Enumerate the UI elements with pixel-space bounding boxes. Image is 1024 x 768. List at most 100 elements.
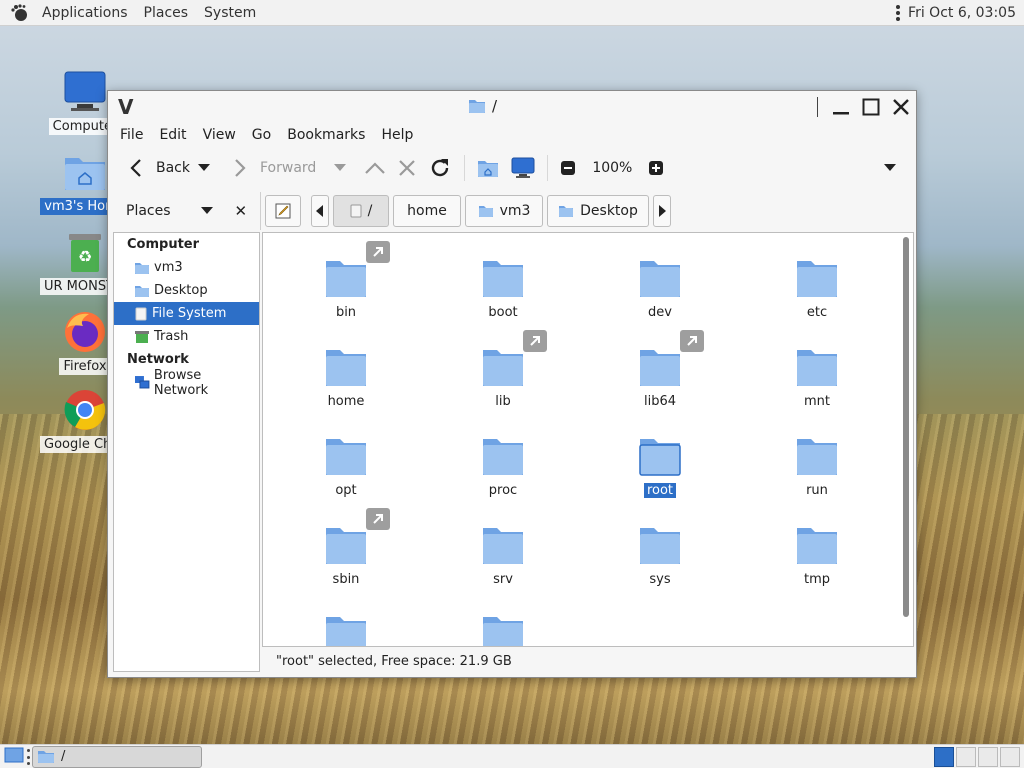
sidebar-header: Places ✕ xyxy=(108,202,258,220)
clock[interactable]: Fri Oct 6, 03:05 xyxy=(908,5,1016,21)
folder-item[interactable]: lib64 xyxy=(605,330,715,409)
toggle-location-entry-button[interactable] xyxy=(265,195,301,227)
up-arrow-icon xyxy=(365,162,386,174)
path-scroll-left-button[interactable] xyxy=(311,195,329,227)
forward-history-dropdown[interactable] xyxy=(332,151,348,185)
panel-handle-icon[interactable] xyxy=(27,749,31,765)
folder-item[interactable]: dev xyxy=(605,257,715,320)
titlebar-separator xyxy=(817,97,818,117)
sidebar-item-desktop[interactable]: Desktop xyxy=(114,279,259,302)
back-button[interactable]: Back xyxy=(122,151,196,185)
forward-button[interactable]: Forward xyxy=(226,151,322,185)
chevron-down-icon[interactable] xyxy=(200,207,213,215)
workspace-switcher xyxy=(934,746,1024,767)
maximize-button[interactable] xyxy=(856,92,886,122)
folder-name: etc xyxy=(806,305,828,320)
folder-item[interactable] xyxy=(291,613,401,646)
folder-item[interactable]: mnt xyxy=(762,346,872,409)
stop-button[interactable] xyxy=(392,151,422,185)
up-button[interactable] xyxy=(358,151,392,185)
breadcrumb-desktop[interactable]: Desktop xyxy=(547,195,649,227)
applications-menu[interactable]: Applications xyxy=(34,5,136,21)
window-title-text: / xyxy=(492,97,498,115)
back-history-dropdown[interactable] xyxy=(196,151,212,185)
folder-icon xyxy=(481,435,525,477)
menu-edit[interactable]: Edit xyxy=(151,127,194,143)
panel-menu-icon[interactable] xyxy=(896,4,901,21)
home-button[interactable] xyxy=(471,151,505,185)
drive-icon xyxy=(135,307,147,320)
menu-help[interactable]: Help xyxy=(373,127,421,143)
folder-item[interactable]: proc xyxy=(448,435,558,498)
show-desktop-icon[interactable] xyxy=(4,747,24,768)
breadcrumb-vm3[interactable]: vm3 xyxy=(465,195,543,227)
folder-name: bin xyxy=(335,305,357,320)
sidebar-splitter[interactable] xyxy=(260,192,261,230)
path-scroll-right-button[interactable] xyxy=(653,195,671,227)
home-folder-icon xyxy=(135,262,149,274)
workspace-3[interactable] xyxy=(978,746,998,767)
folder-item[interactable]: srv xyxy=(448,524,558,587)
close-sidebar-icon[interactable]: ✕ xyxy=(235,202,248,220)
reload-button[interactable] xyxy=(422,151,458,185)
sidebar-item-file-system[interactable]: File System xyxy=(114,302,259,325)
scrollbar-thumb[interactable] xyxy=(903,237,909,617)
folder-item[interactable]: lib xyxy=(448,330,558,409)
minimize-button[interactable] xyxy=(826,92,856,122)
menu-view[interactable]: View xyxy=(195,127,244,143)
sidebar-item-browse-network[interactable]: Browse Network xyxy=(114,368,259,398)
sidebar-item-vm3[interactable]: vm3 xyxy=(114,256,259,279)
folder-item[interactable]: root xyxy=(605,435,715,498)
breadcrumb-home[interactable]: home xyxy=(393,195,461,227)
workspace-2[interactable] xyxy=(956,746,976,767)
breadcrumb-root[interactable]: / xyxy=(333,195,389,227)
zoom-out-icon xyxy=(561,161,576,175)
workspace-4[interactable] xyxy=(1000,746,1020,767)
menu-file[interactable]: File xyxy=(112,127,151,143)
trash-icon: ♻ xyxy=(63,230,107,274)
window-menu-icon[interactable]: V xyxy=(118,95,133,119)
toolbar-overflow-dropdown[interactable] xyxy=(878,151,902,185)
status-bar: "root" selected, Free space: 21.9 GB xyxy=(276,654,512,669)
folder-name: run xyxy=(806,483,828,498)
folder-item[interactable]: opt xyxy=(291,435,401,498)
zoom-out-button[interactable] xyxy=(554,151,582,185)
folder-item[interactable]: bin xyxy=(291,241,401,320)
firefox-icon xyxy=(63,310,107,354)
menu-bookmarks[interactable]: Bookmarks xyxy=(279,127,373,143)
zoom-in-icon xyxy=(649,161,664,175)
symlink-arrow-icon xyxy=(680,330,704,352)
folder-item[interactable]: etc xyxy=(762,257,872,320)
folder-item[interactable] xyxy=(448,613,558,646)
folder-item[interactable]: sbin xyxy=(291,508,401,587)
folder-item[interactable]: home xyxy=(291,346,401,409)
close-button[interactable] xyxy=(886,92,916,122)
folder-item[interactable]: tmp xyxy=(762,524,872,587)
forward-label: Forward xyxy=(260,160,317,176)
taskbar-window-label: / xyxy=(61,749,66,764)
home-folder-icon xyxy=(478,206,493,217)
file-view[interactable]: bin boot dev etc home lib lib64 mnt opt proc root r… xyxy=(262,232,914,647)
menu-go[interactable]: Go xyxy=(244,127,279,143)
computer-button[interactable] xyxy=(505,151,541,185)
folder-item[interactable]: run xyxy=(762,435,872,498)
places-selector[interactable]: Places xyxy=(126,203,171,219)
computer-icon xyxy=(63,70,107,114)
zoom-in-button[interactable] xyxy=(642,151,670,185)
taskbar-window-button[interactable]: / xyxy=(32,745,202,768)
folder-name: root xyxy=(643,483,677,498)
drive-icon xyxy=(350,204,362,218)
places-sidebar: Computer vm3 Desktop File System Trash N… xyxy=(113,232,260,672)
toolbar: Back Forward 100% xyxy=(108,147,916,189)
folder-icon xyxy=(795,524,839,566)
sidebar-item-label: File System xyxy=(152,306,227,321)
folder-item[interactable]: sys xyxy=(605,524,715,587)
folder-name: boot xyxy=(488,305,518,320)
window-titlebar[interactable]: V / xyxy=(108,91,916,123)
folder-item[interactable]: boot xyxy=(448,257,558,320)
gnome-foot-icon[interactable] xyxy=(10,3,30,23)
sidebar-item-trash[interactable]: Trash xyxy=(114,325,259,348)
places-menu[interactable]: Places xyxy=(136,5,197,21)
workspace-1[interactable] xyxy=(934,746,954,767)
system-menu[interactable]: System xyxy=(196,5,264,21)
